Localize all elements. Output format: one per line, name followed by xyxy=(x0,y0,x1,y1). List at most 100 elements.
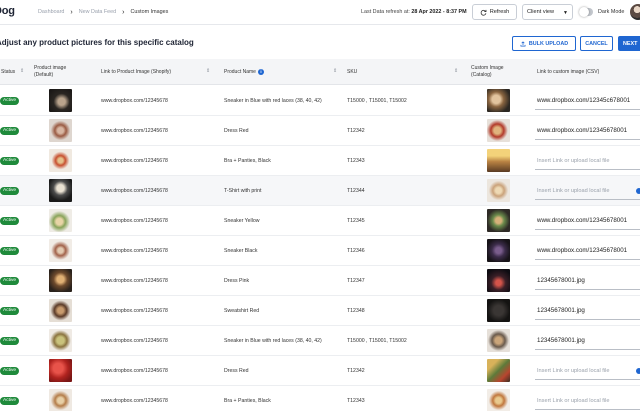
product-image[interactable] xyxy=(49,329,72,352)
status-badge: Active xyxy=(0,217,20,225)
column-product-name-label: Product Name xyxy=(224,68,256,75)
table-row[interactable]: Active www.dropbox.com/12345678 Bra + Pa… xyxy=(0,146,640,176)
sku: T12348 xyxy=(347,308,365,314)
custom-link-input[interactable]: www.dropbox.com/12345678001 xyxy=(535,212,640,230)
custom-image[interactable] xyxy=(487,239,510,262)
shopify-link[interactable]: www.dropbox.com/12345678 xyxy=(101,206,168,236)
table-row[interactable]: Active www.dropbox.com/12345678 Sneaker … xyxy=(0,326,640,356)
product-image[interactable] xyxy=(49,239,72,262)
table-row[interactable]: Active www.dropbox.com/12345678 Dress Re… xyxy=(0,116,640,146)
custom-link-input[interactable]: www.dropbox.com/12345c678001 xyxy=(535,92,640,110)
column-link-shopify[interactable]: Link to Product Image (Shopify) ⇕ xyxy=(101,59,216,85)
status-badge: Active xyxy=(0,277,20,285)
product-image[interactable] xyxy=(49,119,72,142)
breadcrumb-dashboard[interactable]: Dashboard xyxy=(38,9,64,15)
avatar[interactable] xyxy=(630,4,640,20)
table-row[interactable]: Active www.dropbox.com/12345678 Sneaker … xyxy=(0,86,640,116)
status-badge: Active xyxy=(0,367,20,375)
bulk-upload-button[interactable]: BULK UPLOAD xyxy=(512,36,576,51)
shopify-link[interactable]: www.dropbox.com/12345678 xyxy=(101,326,168,356)
shopify-link[interactable]: www.dropbox.com/12345678 xyxy=(101,116,168,146)
column-sku[interactable]: SKU ⇕ xyxy=(347,59,463,85)
status-badge: Active xyxy=(0,397,20,405)
custom-link-input[interactable]: www.dropbox.com/12345678001 xyxy=(535,122,640,140)
product-image[interactable] xyxy=(49,149,72,172)
custom-link-input[interactable]: www.dropbox.com/12345678001 xyxy=(535,242,640,260)
custom-link-input[interactable]: Insert Link or upload local file xyxy=(535,392,640,410)
custom-link-input[interactable]: Insert Link or upload local file xyxy=(535,152,640,170)
column-status[interactable]: Status ⇕ xyxy=(1,59,31,85)
custom-image[interactable] xyxy=(487,299,510,322)
sku: T15000 , T15001, T15002 xyxy=(347,98,407,104)
upload-icon[interactable] xyxy=(636,368,640,374)
column-sku-label: SKU xyxy=(347,68,358,75)
breadcrumb-new-data-feed[interactable]: New Data Feed xyxy=(79,9,116,15)
custom-image[interactable] xyxy=(487,359,510,382)
custom-image[interactable] xyxy=(487,389,510,411)
status-badge: Active xyxy=(0,247,20,255)
sku: T12342 xyxy=(347,128,365,134)
product-image[interactable] xyxy=(49,209,72,232)
custom-image[interactable] xyxy=(487,329,510,352)
product-image[interactable] xyxy=(49,359,72,382)
shopify-link[interactable]: www.dropbox.com/12345678 xyxy=(101,356,168,386)
sku: T12343 xyxy=(347,398,365,404)
table-row[interactable]: Active www.dropbox.com/12345678 Dress Pi… xyxy=(0,266,640,296)
product-name: T-Shirt with print xyxy=(224,188,262,194)
shopify-link[interactable]: www.dropbox.com/12345678 xyxy=(101,266,168,296)
table-row[interactable]: Active www.dropbox.com/12345678 Sneaker … xyxy=(0,236,640,266)
custom-image[interactable] xyxy=(487,89,510,112)
product-image[interactable] xyxy=(49,389,72,411)
table-row[interactable]: Active www.dropbox.com/12345678 Sweatshi… xyxy=(0,296,640,326)
sku: T12344 xyxy=(347,188,365,194)
next-button[interactable]: NEXT xyxy=(618,36,640,51)
custom-image[interactable] xyxy=(487,149,510,172)
view-select[interactable]: Client view ▼ xyxy=(522,4,573,20)
sku: T12345 xyxy=(347,218,365,224)
product-name: Dress Red xyxy=(224,368,249,374)
status-badge: Active xyxy=(0,97,20,105)
custom-link-input[interactable]: Insert Link or upload local file xyxy=(535,182,640,200)
app-logo[interactable]: Dog xyxy=(0,5,15,17)
custom-link-input[interactable]: 12345678001.jpg xyxy=(535,302,640,320)
product-name: Sneaker in Blue with red laces (38, 40, … xyxy=(224,98,322,104)
dark-mode-toggle[interactable] xyxy=(579,7,593,17)
custom-image[interactable] xyxy=(487,119,510,142)
breadcrumb: Dashboard › New Data Feed › Custom Image… xyxy=(38,8,168,16)
last-refresh-time: 28 Apr 2022 - 8:37 PM xyxy=(411,9,467,15)
custom-link-input[interactable]: 12345678001.jpg xyxy=(535,272,640,290)
shopify-link[interactable]: www.dropbox.com/12345678 xyxy=(101,386,168,411)
chevron-right-icon: › xyxy=(122,8,125,16)
shopify-link[interactable]: www.dropbox.com/12345678 xyxy=(101,176,168,206)
refresh-icon xyxy=(480,9,487,16)
status-badge: Active xyxy=(0,307,20,315)
status-badge: Active xyxy=(0,337,20,345)
custom-link-input[interactable]: Insert Link or upload local file xyxy=(535,362,640,380)
table-row[interactable]: Active www.dropbox.com/12345678 T-Shirt … xyxy=(0,176,640,206)
table-row[interactable]: Active www.dropbox.com/12345678 Sneaker … xyxy=(0,206,640,236)
column-link-custom-label: Link to custom image (CSV) xyxy=(537,68,600,75)
top-bar: Dog Dashboard › New Data Feed › Custom I… xyxy=(0,0,640,25)
column-product-name[interactable]: Product Name i ⇕ xyxy=(224,59,340,85)
refresh-button[interactable]: Refresh xyxy=(472,4,517,20)
shopify-link[interactable]: www.dropbox.com/12345678 xyxy=(101,236,168,266)
custom-link-input[interactable]: 12345678001.jpg xyxy=(535,332,640,350)
cancel-button[interactable]: CANCEL xyxy=(580,36,613,51)
upload-icon[interactable] xyxy=(636,188,640,194)
info-icon[interactable]: i xyxy=(257,69,264,75)
table-row[interactable]: Active www.dropbox.com/12345678 Bra + Pa… xyxy=(0,386,640,411)
bulk-upload-label: BULK UPLOAD xyxy=(528,40,569,47)
sku: T12343 xyxy=(347,158,365,164)
product-image[interactable] xyxy=(49,269,72,292)
column-link-shopify-label: Link to Product Image (Shopify) xyxy=(101,68,172,75)
product-image[interactable] xyxy=(49,89,72,112)
shopify-link[interactable]: www.dropbox.com/12345678 xyxy=(101,146,168,176)
table-row[interactable]: Active www.dropbox.com/12345678 Dress Re… xyxy=(0,356,640,386)
custom-image[interactable] xyxy=(487,179,510,202)
custom-image[interactable] xyxy=(487,269,510,292)
product-image[interactable] xyxy=(49,179,72,202)
shopify-link[interactable]: www.dropbox.com/12345678 xyxy=(101,296,168,326)
custom-image[interactable] xyxy=(487,209,510,232)
product-image[interactable] xyxy=(49,299,72,322)
shopify-link[interactable]: www.dropbox.com/12345678 xyxy=(101,86,168,116)
